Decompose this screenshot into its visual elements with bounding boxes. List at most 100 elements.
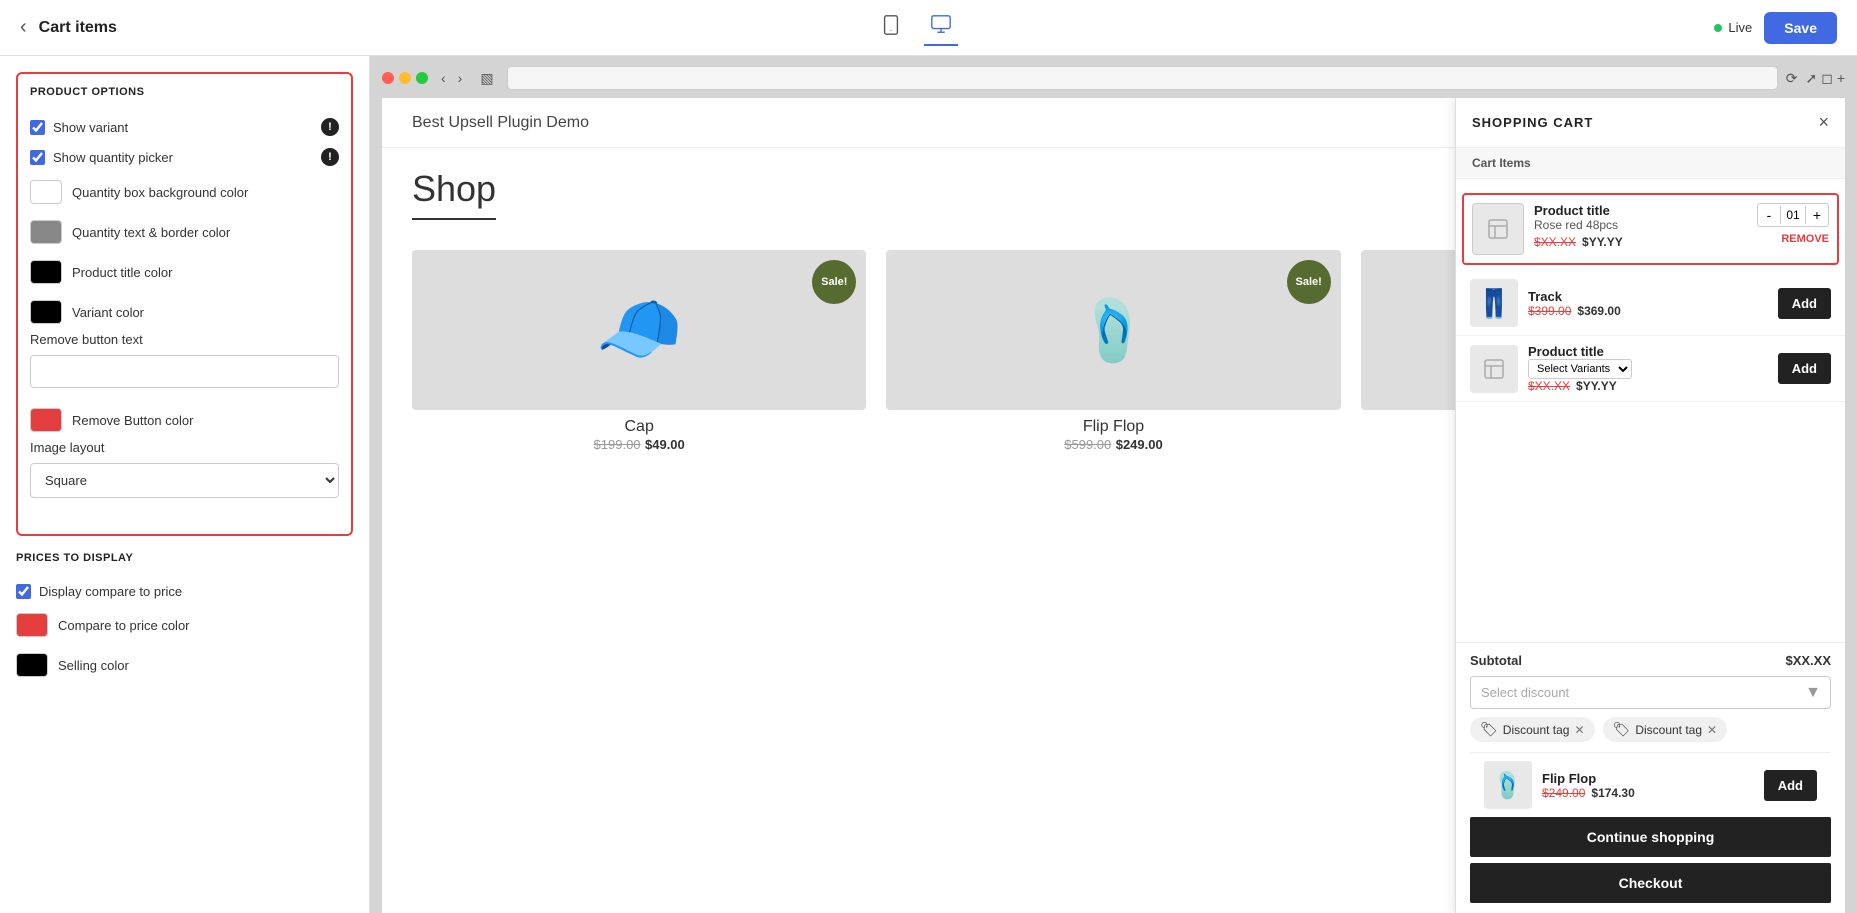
discount-select-wrapper: Select discount ▼ bbox=[1470, 676, 1831, 709]
subtotal-label: Subtotal bbox=[1470, 653, 1522, 668]
add-button-flipflop[interactable]: Add bbox=[1764, 770, 1817, 801]
continue-shopping-button[interactable]: Continue shopping bbox=[1470, 817, 1831, 857]
selling-color-row: Selling color bbox=[16, 645, 353, 685]
upsell-variant-select[interactable]: Select Variants bbox=[1528, 359, 1632, 379]
flipflop-old-price: $249.00 bbox=[1542, 786, 1585, 800]
desktop-icon[interactable] bbox=[924, 9, 958, 46]
discount-tag-label-2: Discount tag bbox=[1635, 723, 1702, 737]
checkout-button[interactable]: Checkout bbox=[1470, 863, 1831, 903]
browser-content: Best Upsell Plugin Demo My account ➜ Sho… bbox=[382, 98, 1845, 913]
qty-plus-1[interactable]: + bbox=[1806, 204, 1828, 226]
product-price-new-cap: $49.00 bbox=[645, 437, 685, 452]
qty-minus-1[interactable]: - bbox=[1758, 204, 1780, 226]
upsell-old-price-track: $399.00 bbox=[1528, 304, 1571, 318]
cart-item-prices-1: $XX.XX $YY.YY bbox=[1534, 235, 1747, 249]
top-bar: ‹ Cart items Live Save bbox=[0, 0, 1857, 56]
save-button[interactable]: Save bbox=[1764, 12, 1837, 44]
variant-color-row: Variant color bbox=[30, 292, 339, 332]
upsell-new-price-product2: $YY.YY bbox=[1576, 379, 1617, 393]
browser-chrome: ‹ › ▧ ⟳ ➚ ◻ + Best Upsell Plugin Demo bbox=[370, 56, 1857, 913]
remove-btn-text-label: Remove button text bbox=[30, 332, 339, 347]
back-button[interactable]: ‹ bbox=[20, 16, 27, 39]
selling-color-swatch[interactable] bbox=[16, 653, 48, 677]
variant-color-swatch[interactable] bbox=[30, 300, 62, 324]
nav-buttons: ‹ › bbox=[436, 68, 467, 88]
shop-header-title: Best Upsell Plugin Demo bbox=[412, 114, 589, 132]
cart-item-new-price-1: $YY.YY bbox=[1582, 235, 1623, 249]
preview-area: ‹ › ▧ ⟳ ➚ ◻ + Best Upsell Plugin Demo bbox=[370, 56, 1857, 913]
cart-item-variant-1: Rose red 48pcs bbox=[1534, 218, 1747, 232]
remove-btn-text-input[interactable]: REMOVE bbox=[30, 355, 339, 388]
tag-close-2[interactable]: ✕ bbox=[1707, 723, 1717, 737]
cart-item-right-1: - 01 + REMOVE bbox=[1757, 203, 1829, 245]
tl-red[interactable] bbox=[382, 72, 394, 84]
cart-footer: Subtotal $XX.XX Select discount ▼ bbox=[1456, 642, 1845, 913]
share-button[interactable]: ➚ bbox=[1805, 70, 1817, 87]
tablet-icon[interactable] bbox=[874, 10, 908, 45]
remove-button-1[interactable]: REMOVE bbox=[1781, 233, 1829, 245]
qty-text-border-row: Quantity text & border color bbox=[30, 212, 339, 252]
upsell-details-track: Track $399.00 $369.00 bbox=[1528, 289, 1768, 318]
qty-text-border-swatch[interactable] bbox=[30, 220, 62, 244]
discount-tag-2: 🏷 Discount tag ✕ bbox=[1603, 717, 1728, 742]
cart-close-button[interactable]: × bbox=[1818, 112, 1829, 133]
product-options: PRODUCT OPTIONS Show variant ! Show quan… bbox=[30, 86, 339, 498]
product-title-color-swatch[interactable] bbox=[30, 260, 62, 284]
tl-green[interactable] bbox=[416, 72, 428, 84]
show-quantity-checkbox[interactable] bbox=[30, 150, 45, 165]
top-bar-right: Live Save bbox=[1714, 12, 1837, 44]
remove-btn-color-row: Remove Button color bbox=[30, 400, 339, 440]
upsell-item-product2: Product title Select Variants $XX.XX $YY… bbox=[1456, 336, 1845, 402]
forward-nav-button[interactable]: › bbox=[453, 68, 468, 88]
upsell-details-product2: Product title Select Variants $XX.XX $YY… bbox=[1528, 344, 1768, 393]
show-quantity-row: Show quantity picker ! bbox=[30, 142, 339, 172]
page-title: Cart items bbox=[39, 19, 117, 37]
cart-header: SHOPPING CART × bbox=[1456, 98, 1845, 148]
browser-toolbar: ‹ › ▧ ⟳ ➚ ◻ + bbox=[382, 66, 1845, 90]
traffic-lights bbox=[382, 72, 428, 84]
live-label: Live bbox=[1728, 20, 1752, 35]
top-bar-left: ‹ Cart items bbox=[20, 16, 117, 39]
url-bar[interactable] bbox=[507, 66, 1778, 90]
tag-icon-1: 🏷 bbox=[1480, 721, 1498, 738]
browser-actions: ➚ ◻ + bbox=[1805, 70, 1845, 87]
refresh-button[interactable]: ⟳ bbox=[1786, 70, 1798, 87]
back-nav-button[interactable]: ‹ bbox=[436, 68, 451, 88]
image-layout-select[interactable]: Square bbox=[30, 463, 339, 498]
display-compare-label[interactable]: Display compare to price bbox=[16, 584, 182, 599]
cart-item-title-1: Product title bbox=[1534, 203, 1747, 218]
discount-tag-1: 🏷 Discount tag ✕ bbox=[1470, 717, 1595, 742]
show-variant-checkbox[interactable] bbox=[30, 120, 45, 135]
display-compare-checkbox[interactable] bbox=[16, 584, 31, 599]
section-title-product-options: PRODUCT OPTIONS bbox=[30, 86, 339, 98]
upsell-old-price-product2: $XX.XX bbox=[1528, 379, 1570, 393]
sale-badge-cap: Sale! bbox=[812, 260, 856, 304]
add-button-product2[interactable]: Add bbox=[1778, 353, 1831, 384]
cart-subtitle: Cart Items bbox=[1456, 148, 1845, 179]
new-tab-button[interactable]: + bbox=[1837, 70, 1845, 87]
cart-item-1: Product title Rose red 48pcs $XX.XX $YY.… bbox=[1462, 193, 1839, 265]
show-quantity-label[interactable]: Show quantity picker bbox=[30, 150, 173, 165]
flipflop-title: Flip Flop bbox=[1542, 771, 1754, 786]
product-price-old-cap: $199.00 bbox=[594, 437, 641, 452]
product-name-cap: Cap bbox=[412, 418, 866, 436]
bookmark-button[interactable]: ◻ bbox=[1821, 70, 1833, 87]
add-button-track[interactable]: Add bbox=[1778, 288, 1831, 319]
flipflop-prices: $249.00 $174.30 bbox=[1542, 786, 1754, 800]
tag-close-1[interactable]: ✕ bbox=[1574, 723, 1584, 737]
remove-btn-color-swatch[interactable] bbox=[30, 408, 62, 432]
product-card-cap: 🧢 Sale! Cap $199.00 $49.00 bbox=[412, 250, 866, 454]
upsell-prices-product2: $XX.XX $YY.YY bbox=[1528, 379, 1768, 393]
product-card-flip: 🩴 Sale! Flip Flop $599.00 $249.00 bbox=[886, 250, 1340, 454]
show-variant-label[interactable]: Show variant bbox=[30, 120, 128, 135]
upsell-title-track: Track bbox=[1528, 289, 1768, 304]
live-indicator: Live bbox=[1714, 20, 1752, 35]
layout-button[interactable]: ▧ bbox=[475, 68, 498, 89]
discount-tag-label-1: Discount tag bbox=[1503, 723, 1570, 737]
tl-yellow[interactable] bbox=[399, 72, 411, 84]
discount-select[interactable]: Select discount bbox=[1470, 676, 1831, 709]
subtotal-value: $XX.XX bbox=[1785, 653, 1831, 668]
compare-price-color-swatch[interactable] bbox=[16, 613, 48, 637]
shop-page: Best Upsell Plugin Demo My account ➜ Sho… bbox=[382, 98, 1845, 913]
qty-bg-color-swatch[interactable] bbox=[30, 180, 62, 204]
